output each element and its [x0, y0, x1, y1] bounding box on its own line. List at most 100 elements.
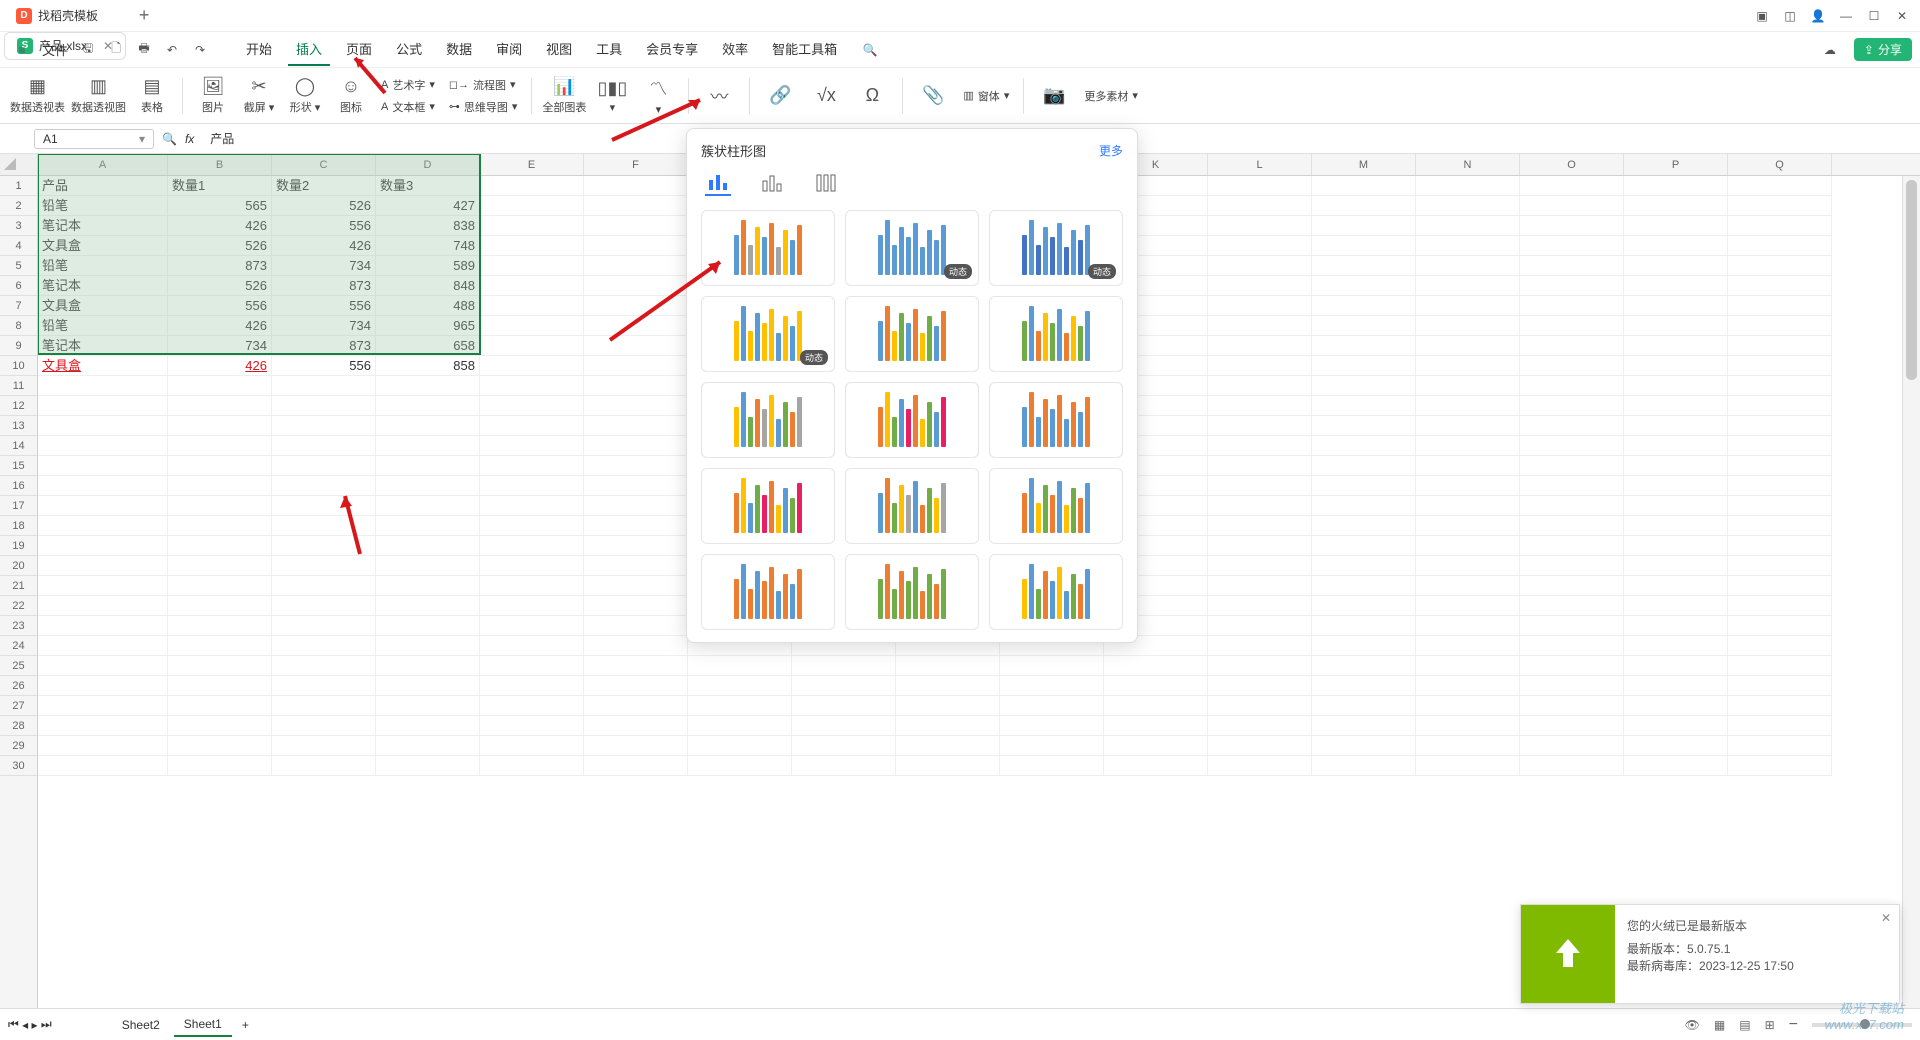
name-box[interactable]: A1▾	[34, 129, 154, 149]
cell[interactable]	[272, 496, 376, 516]
cell[interactable]	[168, 496, 272, 516]
cell[interactable]	[1728, 176, 1832, 196]
cell[interactable]	[792, 656, 896, 676]
cell[interactable]	[1728, 496, 1832, 516]
cell[interactable]	[480, 616, 584, 636]
cell[interactable]: 526	[168, 276, 272, 296]
cell[interactable]	[480, 716, 584, 736]
cell[interactable]	[1624, 576, 1728, 596]
row-header[interactable]: 5	[0, 256, 37, 276]
cell[interactable]	[1520, 256, 1624, 276]
chart-thumbnail[interactable]	[701, 468, 835, 544]
sheet-tab[interactable]: Sheet2	[112, 1014, 170, 1036]
cell[interactable]	[896, 716, 1000, 736]
attachment-button[interactable]: 📎	[913, 72, 953, 120]
cell[interactable]	[1416, 276, 1520, 296]
avatar-icon[interactable]: 👤	[1808, 6, 1828, 26]
cell[interactable]	[1624, 296, 1728, 316]
cell[interactable]	[1208, 536, 1312, 556]
cell[interactable]: 数量2	[272, 176, 376, 196]
cell[interactable]	[1624, 536, 1728, 556]
cell[interactable]	[1728, 676, 1832, 696]
cell[interactable]	[792, 676, 896, 696]
cell[interactable]	[1520, 676, 1624, 696]
cell[interactable]	[584, 596, 688, 616]
cell[interactable]	[38, 716, 168, 736]
cell[interactable]	[272, 436, 376, 456]
cell[interactable]	[1104, 696, 1208, 716]
screenshot-button[interactable]: ✂截屏 ▾	[239, 72, 279, 120]
cell[interactable]	[1208, 356, 1312, 376]
cell[interactable]	[896, 656, 1000, 676]
cell[interactable]	[38, 676, 168, 696]
cell[interactable]	[1728, 316, 1832, 336]
cell[interactable]	[1520, 576, 1624, 596]
cell[interactable]	[38, 496, 168, 516]
cell[interactable]	[1312, 296, 1416, 316]
table-button[interactable]: ▤表格	[132, 72, 172, 120]
cell[interactable]	[1520, 236, 1624, 256]
cell[interactable]	[1416, 656, 1520, 676]
cell[interactable]	[1520, 496, 1624, 516]
cell[interactable]	[1728, 656, 1832, 676]
cell[interactable]	[1520, 516, 1624, 536]
cell[interactable]	[1312, 676, 1416, 696]
cell[interactable]	[1624, 436, 1728, 456]
cell[interactable]: 文具盒	[38, 356, 168, 376]
chart-type-stacked[interactable]	[759, 170, 785, 196]
cell[interactable]	[584, 696, 688, 716]
cell[interactable]	[584, 756, 688, 776]
cell[interactable]	[480, 176, 584, 196]
cell[interactable]	[1416, 576, 1520, 596]
cell[interactable]: 848	[376, 276, 480, 296]
column-header[interactable]: N	[1416, 154, 1520, 175]
cell[interactable]	[38, 516, 168, 536]
menu-tab[interactable]: 页面	[338, 33, 380, 66]
cell[interactable]	[1416, 736, 1520, 756]
cell[interactable]	[1208, 716, 1312, 736]
minimize-button[interactable]: —	[1836, 6, 1856, 26]
cell[interactable]: 笔记本	[38, 276, 168, 296]
cell[interactable]	[38, 656, 168, 676]
cell[interactable]	[1208, 736, 1312, 756]
cell[interactable]	[1416, 676, 1520, 696]
cell[interactable]	[1728, 256, 1832, 276]
cell[interactable]	[1520, 736, 1624, 756]
chart-thumbnail[interactable]: 动态	[989, 210, 1123, 286]
cell[interactable]	[1208, 576, 1312, 596]
cell[interactable]	[38, 456, 168, 476]
picture-button[interactable]: 🖼图片	[193, 72, 233, 120]
cell[interactable]: 427	[376, 196, 480, 216]
cell[interactable]	[1520, 616, 1624, 636]
cell[interactable]	[1312, 536, 1416, 556]
cell[interactable]	[376, 756, 480, 776]
cell[interactable]: 556	[168, 296, 272, 316]
cell[interactable]	[1000, 736, 1104, 756]
cell[interactable]	[480, 676, 584, 696]
cell[interactable]	[272, 736, 376, 756]
cloud-icon[interactable]: ☁	[1819, 39, 1841, 61]
cell[interactable]: 748	[376, 236, 480, 256]
cell[interactable]	[1728, 436, 1832, 456]
more-material-button[interactable]: 更多素材 ▾	[1080, 86, 1142, 106]
new-tab-button[interactable]: +	[130, 5, 158, 26]
cell[interactable]	[38, 476, 168, 496]
cell[interactable]	[1208, 636, 1312, 656]
row-header[interactable]: 30	[0, 756, 37, 776]
cell[interactable]	[1728, 756, 1832, 776]
file-menu[interactable]: 文件	[42, 40, 68, 59]
cell[interactable]	[1416, 716, 1520, 736]
cell[interactable]	[480, 516, 584, 536]
hamburger-icon[interactable]: ≡	[11, 39, 33, 61]
row-header[interactable]: 28	[0, 716, 37, 736]
cell[interactable]	[1312, 256, 1416, 276]
vertical-scrollbar[interactable]	[1902, 176, 1920, 1008]
cell[interactable]	[1104, 716, 1208, 736]
row-header[interactable]: 20	[0, 556, 37, 576]
cell[interactable]: 数量1	[168, 176, 272, 196]
cell[interactable]	[376, 676, 480, 696]
cell[interactable]	[1728, 416, 1832, 436]
cell[interactable]	[584, 196, 688, 216]
cell[interactable]	[376, 556, 480, 576]
cell[interactable]	[1416, 356, 1520, 376]
